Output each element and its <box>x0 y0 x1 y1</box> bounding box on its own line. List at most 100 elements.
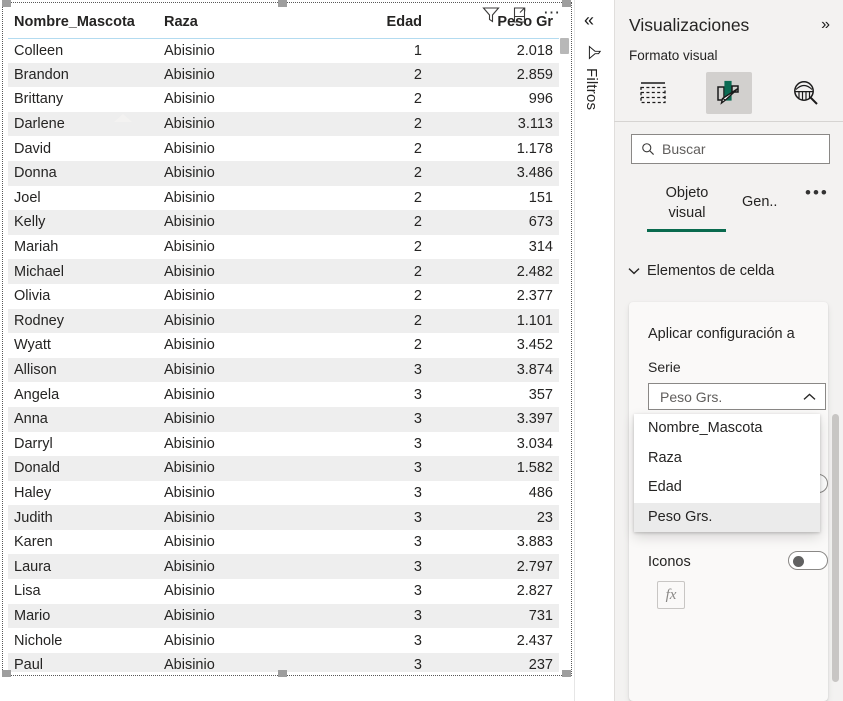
cell-edad[interactable]: 2 <box>293 186 428 211</box>
cell-peso[interactable]: 3.452 <box>428 333 559 358</box>
cell-peso[interactable]: 1.101 <box>428 308 559 334</box>
cell-edad[interactable]: 2 <box>293 160 428 186</box>
cell-peso[interactable]: 3.397 <box>428 406 559 432</box>
table-row[interactable]: Colleen Abisinio 1 2.018 <box>8 38 559 63</box>
cell-nombre-mascota[interactable]: Karen <box>8 530 158 555</box>
table-row[interactable]: Brittany Abisinio 2 996 <box>8 87 559 112</box>
cell-nombre-mascota[interactable]: Lisa <box>8 579 158 604</box>
table-row[interactable]: Angela Abisinio 3 357 <box>8 382 559 407</box>
filters-pane-collapsed[interactable]: « Filtros <box>574 0 614 701</box>
cell-edad[interactable]: 3 <box>293 481 428 506</box>
table-row[interactable]: Lisa Abisinio 3 2.827 <box>8 579 559 604</box>
tab-build-visual[interactable] <box>630 72 676 114</box>
search-input[interactable]: Buscar <box>631 134 830 164</box>
cell-raza[interactable]: Abisinio <box>158 87 293 112</box>
table-row[interactable]: Olivia Abisinio 2 2.377 <box>8 284 559 309</box>
cell-raza[interactable]: Abisinio <box>158 628 293 653</box>
cell-edad[interactable]: 2 <box>293 62 428 88</box>
cell-peso[interactable]: 3.113 <box>428 111 559 137</box>
column-header-edad[interactable]: Edad <box>293 4 428 39</box>
cell-peso[interactable]: 731 <box>428 603 559 629</box>
cell-nombre-mascota[interactable]: Kelly <box>8 210 158 235</box>
cell-edad[interactable]: 2 <box>293 210 428 235</box>
dropdown-option[interactable]: Nombre_Mascota <box>634 414 820 444</box>
section-elementos-de-celda[interactable]: Elementos de celda <box>628 263 774 279</box>
cell-edad[interactable]: 2 <box>293 284 428 309</box>
cell-raza[interactable]: Abisinio <box>158 38 293 63</box>
cell-edad[interactable]: 3 <box>293 505 428 530</box>
cell-nombre-mascota[interactable]: Donna <box>8 160 158 186</box>
table-row[interactable]: David Abisinio 2 1.178 <box>8 136 559 161</box>
cell-raza[interactable]: Abisinio <box>158 111 293 137</box>
table-scroll-area[interactable]: Nombre_Mascota Raza Edad Peso Gr Colleen… <box>8 4 566 672</box>
cell-edad[interactable]: 3 <box>293 603 428 629</box>
table-row[interactable]: Judith Abisinio 3 23 <box>8 505 559 530</box>
cell-peso[interactable]: 2.018 <box>428 38 559 63</box>
cell-nombre-mascota[interactable]: Michael <box>8 259 158 284</box>
cell-nombre-mascota[interactable]: Joel <box>8 186 158 211</box>
tab-general[interactable]: Gen.. <box>742 194 777 210</box>
cell-raza[interactable]: Abisinio <box>158 284 293 309</box>
cell-peso[interactable]: 314 <box>428 235 559 260</box>
cell-peso[interactable]: 3.034 <box>428 432 559 457</box>
cell-peso[interactable]: 3.486 <box>428 160 559 186</box>
cell-edad[interactable]: 3 <box>293 579 428 604</box>
cell-nombre-mascota[interactable]: Laura <box>8 554 158 580</box>
cell-raza[interactable]: Abisinio <box>158 406 293 432</box>
filter-icon[interactable] <box>481 5 501 25</box>
cell-nombre-mascota[interactable]: David <box>8 136 158 161</box>
panel-scrollbar-thumb[interactable] <box>832 414 839 682</box>
cell-nombre-mascota[interactable]: Colleen <box>8 38 158 63</box>
cell-edad[interactable]: 3 <box>293 652 428 672</box>
cell-nombre-mascota[interactable]: Judith <box>8 505 158 530</box>
cell-peso[interactable]: 2.437 <box>428 628 559 653</box>
cell-raza[interactable]: Abisinio <box>158 579 293 604</box>
cell-peso[interactable]: 673 <box>428 210 559 235</box>
cell-nombre-mascota[interactable]: Paul <box>8 652 158 672</box>
table-row[interactable]: Anna Abisinio 3 3.397 <box>8 406 559 432</box>
table-row[interactable]: Donna Abisinio 2 3.486 <box>8 160 559 186</box>
cell-raza[interactable]: Abisinio <box>158 259 293 284</box>
cell-nombre-mascota[interactable]: Mariah <box>8 235 158 260</box>
cell-edad[interactable]: 2 <box>293 111 428 137</box>
cell-nombre-mascota[interactable]: Wyatt <box>8 333 158 358</box>
cell-nombre-mascota[interactable]: Donald <box>8 456 158 481</box>
cell-edad[interactable]: 3 <box>293 628 428 653</box>
cell-nombre-mascota[interactable]: Darryl <box>8 432 158 457</box>
resize-handle-bottom-left[interactable] <box>2 670 11 677</box>
table-row[interactable]: Brandon Abisinio 2 2.859 <box>8 62 559 88</box>
cell-raza[interactable]: Abisinio <box>158 333 293 358</box>
cell-edad[interactable]: 2 <box>293 333 428 358</box>
table-row[interactable]: Karen Abisinio 3 3.883 <box>8 530 559 555</box>
serie-dropdown-list[interactable]: Nombre_Mascota Raza Edad Peso Grs. <box>634 414 820 532</box>
cell-edad[interactable]: 2 <box>293 259 428 284</box>
resize-handle-bottom-right[interactable] <box>562 670 571 677</box>
cell-raza[interactable]: Abisinio <box>158 603 293 629</box>
cell-raza[interactable]: Abisinio <box>158 554 293 580</box>
filters-pane-label[interactable]: Filtros <box>583 68 600 110</box>
filter-funnel-icon[interactable] <box>586 44 603 61</box>
toggle-iconos[interactable] <box>788 551 828 570</box>
cell-raza[interactable]: Abisinio <box>158 456 293 481</box>
cell-peso[interactable]: 2.827 <box>428 579 559 604</box>
cell-raza[interactable]: Abisinio <box>158 530 293 555</box>
serie-dropdown[interactable]: Peso Grs. <box>648 383 826 410</box>
cell-edad[interactable]: 2 <box>293 136 428 161</box>
cell-peso[interactable]: 2.377 <box>428 284 559 309</box>
tab-objeto-visual[interactable]: Objeto visual <box>645 183 729 223</box>
table-row[interactable]: Haley Abisinio 3 486 <box>8 481 559 506</box>
cell-peso[interactable]: 2.482 <box>428 259 559 284</box>
cell-nombre-mascota[interactable]: Olivia <box>8 284 158 309</box>
cell-peso[interactable]: 2.859 <box>428 62 559 88</box>
cell-edad[interactable]: 3 <box>293 406 428 432</box>
cell-peso[interactable]: 3.883 <box>428 530 559 555</box>
resize-handle-top-right[interactable] <box>562 0 571 7</box>
cell-edad[interactable]: 3 <box>293 357 428 383</box>
cell-edad[interactable]: 2 <box>293 235 428 260</box>
cell-raza[interactable]: Abisinio <box>158 160 293 186</box>
cell-peso[interactable]: 151 <box>428 186 559 211</box>
table-scrollbar-thumb[interactable] <box>560 38 569 54</box>
cell-peso[interactable]: 3.874 <box>428 357 559 383</box>
cell-nombre-mascota[interactable]: Haley <box>8 481 158 506</box>
cell-edad[interactable]: 3 <box>293 382 428 407</box>
